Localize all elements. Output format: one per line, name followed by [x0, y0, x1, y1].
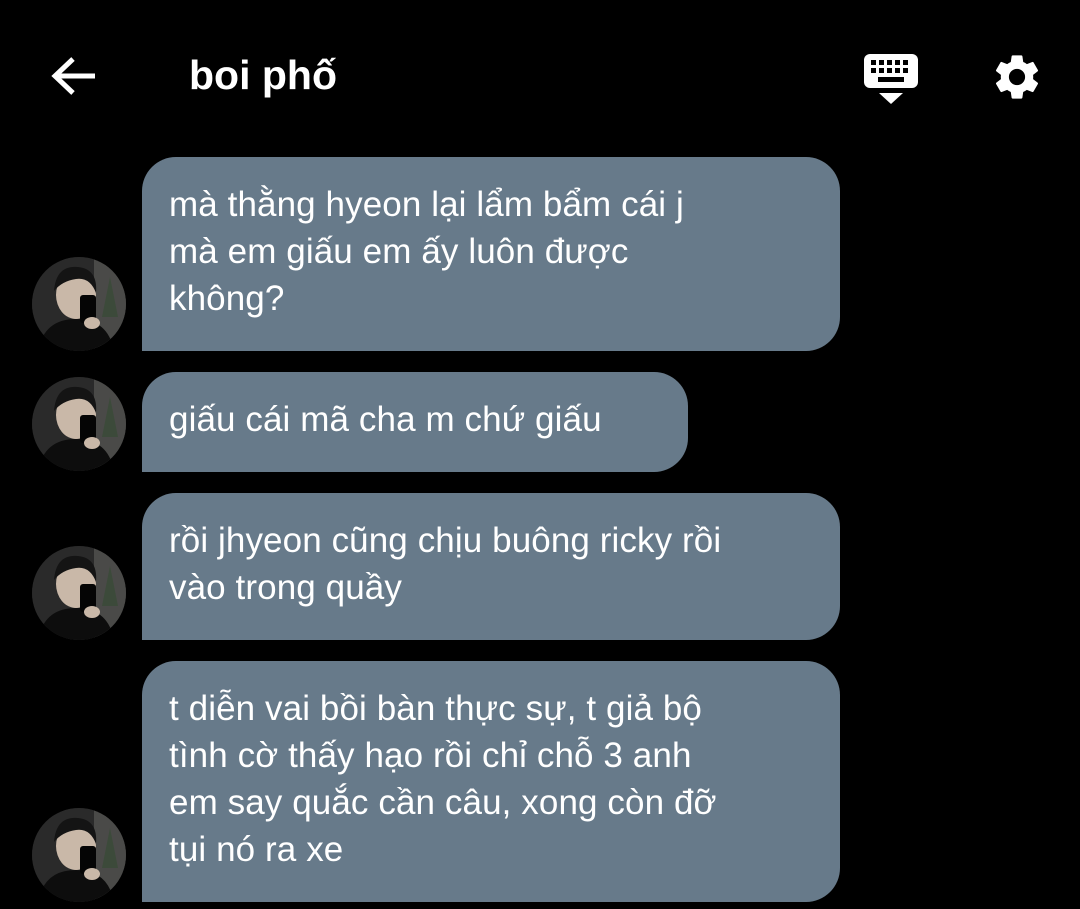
chat-header: boi phố [0, 0, 1080, 150]
message-bubble[interactable]: giấu cái mã cha m chứ giấu [142, 372, 688, 472]
profile-photo-icon [32, 546, 126, 640]
avatar[interactable] [32, 808, 126, 902]
avatar[interactable] [32, 257, 126, 351]
message-text: mà thằng hyeon lại lẩm bẩm cái j mà em g… [169, 185, 684, 318]
message-text: giấu cái mã cha m chứ giấu [169, 400, 602, 439]
message-row: mà thằng hyeon lại lẩm bẩm cái j mà em g… [0, 157, 1080, 351]
keyboard-hide-button[interactable] [858, 44, 924, 110]
message-row: rồi jhyeon cũng chịu buông ricky rồi vào… [0, 493, 1080, 640]
message-text: rồi jhyeon cũng chịu buông ricky rồi vào… [169, 521, 722, 607]
avatar[interactable] [32, 377, 126, 471]
message-bubble[interactable]: mà thằng hyeon lại lẩm bẩm cái j mà em g… [142, 157, 840, 351]
back-button[interactable] [44, 46, 104, 106]
message-row: t diễn vai bồi bàn thực sự, t giả bộ tìn… [0, 661, 1080, 902]
profile-photo-icon [32, 808, 126, 902]
message-bubble[interactable]: rồi jhyeon cũng chịu buông ricky rồi vào… [142, 493, 840, 640]
chat-title: boi phố [189, 52, 338, 98]
gear-icon [995, 55, 1039, 99]
profile-photo-icon [32, 257, 126, 351]
keyboard-hide-icon [864, 54, 918, 104]
message-bubble[interactable]: t diễn vai bồi bàn thực sự, t giả bộ tìn… [142, 661, 840, 902]
message-row: giấu cái mã cha m chứ giấu [0, 372, 1080, 472]
settings-button[interactable] [985, 45, 1049, 109]
arrow-left-icon [51, 57, 95, 95]
message-text: t diễn vai bồi bàn thực sự, t giả bộ tìn… [169, 689, 717, 869]
avatar[interactable] [32, 546, 126, 640]
profile-photo-icon [32, 377, 126, 471]
